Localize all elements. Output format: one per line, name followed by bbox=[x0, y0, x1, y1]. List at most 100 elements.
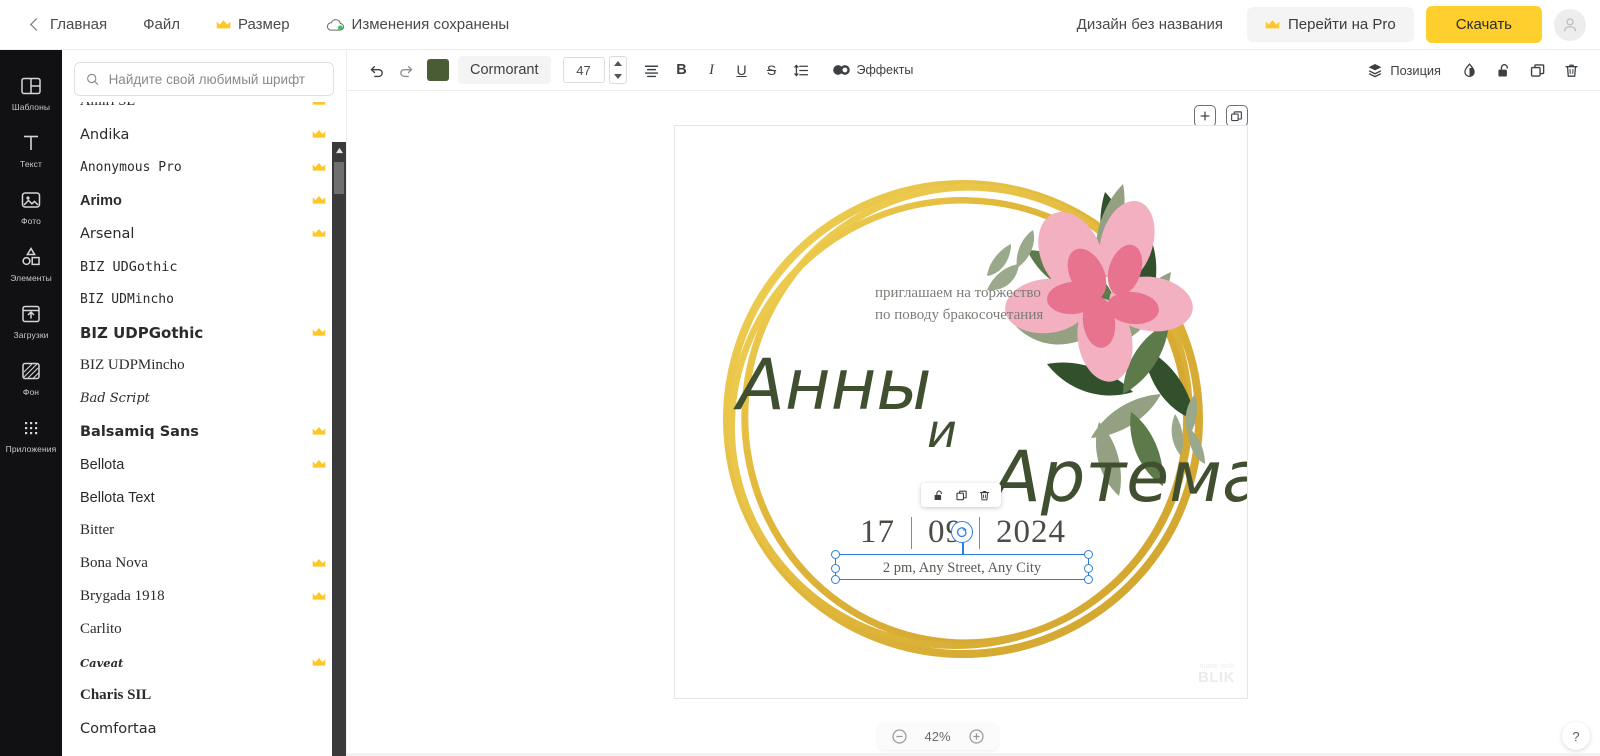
font-size-stepper[interactable] bbox=[608, 56, 627, 84]
effects-icon bbox=[833, 65, 850, 75]
list-item[interactable]: BIZ UDPGothic bbox=[62, 316, 346, 349]
resize-handle-tl[interactable] bbox=[831, 550, 840, 559]
layers-icon bbox=[1368, 64, 1382, 78]
droplet-icon bbox=[1463, 62, 1475, 77]
list-item[interactable]: Bellota bbox=[62, 448, 346, 481]
sidebar-item-label: Текст bbox=[20, 159, 42, 169]
duplicate-button[interactable] bbox=[1522, 55, 1552, 85]
conjunction-text[interactable]: и bbox=[927, 404, 957, 458]
font-name-label: BIZ UDGothic bbox=[80, 258, 178, 275]
sidebar-item-photo[interactable]: Фото bbox=[0, 178, 62, 235]
font-name-label: Charis SIL bbox=[80, 687, 152, 703]
font-list[interactable]: Amiri SL Andika Anonymous Pro Arimo bbox=[62, 102, 346, 756]
crown-icon bbox=[312, 591, 326, 600]
file-menu-button[interactable]: Файл bbox=[125, 10, 198, 39]
sidebar-item-label: Приложения bbox=[5, 444, 57, 454]
home-button[interactable]: Главная bbox=[14, 10, 125, 39]
list-item[interactable]: Arimo bbox=[62, 184, 346, 217]
font-list-scrollbar[interactable] bbox=[332, 142, 346, 756]
font-name-label: BIZ UDMincho bbox=[80, 292, 174, 307]
bride-name-text[interactable]: Анны bbox=[737, 344, 932, 426]
download-button[interactable]: Скачать bbox=[1425, 6, 1542, 43]
context-duplicate-button[interactable] bbox=[951, 485, 971, 505]
font-search-box[interactable] bbox=[74, 62, 334, 96]
sidebar-item-templates[interactable]: Шаблоны bbox=[0, 64, 62, 121]
undo-icon bbox=[370, 65, 383, 77]
crown-icon bbox=[312, 459, 326, 468]
design-page[interactable]: приглашаем на торжество по поводу бракос… bbox=[674, 125, 1248, 699]
list-item[interactable]: Bona Nova bbox=[62, 547, 346, 580]
avatar[interactable] bbox=[1554, 8, 1586, 41]
sidebar-item-apps[interactable]: Приложения bbox=[0, 406, 62, 463]
list-item[interactable]: BIZ UDPMincho bbox=[62, 349, 346, 382]
date-year: 2024 bbox=[996, 514, 1066, 550]
list-item[interactable]: BIZ UDMincho bbox=[62, 283, 346, 316]
scrollbar-up-arrow[interactable] bbox=[332, 142, 346, 158]
list-item[interactable]: Charis SIL bbox=[62, 679, 346, 712]
zoom-in-button[interactable] bbox=[968, 728, 985, 745]
list-item[interactable]: Arsenal bbox=[62, 217, 346, 250]
help-button[interactable]: ? bbox=[1562, 722, 1590, 750]
resize-handle-l[interactable] bbox=[831, 564, 840, 573]
list-item[interactable]: Balsamiq Sans bbox=[62, 415, 346, 448]
sidebar-item-text[interactable]: Текст bbox=[0, 121, 62, 178]
effects-icon-button[interactable] bbox=[827, 55, 857, 85]
transparency-button[interactable] bbox=[1454, 55, 1484, 85]
crown-icon bbox=[312, 327, 326, 336]
font-size-input[interactable]: 47 bbox=[562, 57, 605, 83]
sidebar-item-uploads[interactable]: Загрузки bbox=[0, 292, 62, 349]
crown-icon bbox=[312, 558, 326, 567]
font-family-button[interactable]: Cormorant bbox=[458, 56, 551, 84]
zoom-out-button[interactable] bbox=[891, 728, 908, 745]
zoom-level-label[interactable]: 42% bbox=[922, 729, 954, 744]
align-button[interactable] bbox=[637, 55, 667, 85]
list-item[interactable]: Caveat bbox=[62, 646, 346, 679]
line-spacing-button[interactable] bbox=[787, 55, 817, 85]
underline-button[interactable]: U bbox=[727, 55, 757, 85]
font-search-input[interactable] bbox=[108, 71, 322, 87]
position-button[interactable]: Позиция bbox=[1358, 57, 1450, 83]
upgrade-pro-label: Перейти на Pro bbox=[1288, 16, 1396, 33]
list-item[interactable]: Bellota Text bbox=[62, 481, 346, 514]
list-item[interactable]: Brygada 1918 bbox=[62, 580, 346, 613]
list-item[interactable]: Bitter bbox=[62, 514, 346, 547]
document-title[interactable]: Дизайн без названия bbox=[1065, 12, 1235, 37]
italic-button[interactable]: I bbox=[697, 55, 727, 85]
lock-button[interactable] bbox=[1488, 55, 1518, 85]
bold-button[interactable]: B bbox=[667, 55, 697, 85]
list-item[interactable]: Andika bbox=[62, 118, 346, 151]
resize-handle-r[interactable] bbox=[1084, 564, 1093, 573]
strikethrough-label: S bbox=[766, 62, 777, 78]
canvas-area[interactable]: приглашаем на торжество по поводу бракос… bbox=[347, 91, 1600, 756]
context-lock-button[interactable] bbox=[928, 485, 948, 505]
context-delete-button[interactable] bbox=[974, 485, 994, 505]
undo-button[interactable] bbox=[361, 55, 391, 85]
redo-button[interactable] bbox=[391, 55, 421, 85]
delete-button[interactable] bbox=[1556, 55, 1586, 85]
list-item[interactable]: BIZ UDGothic bbox=[62, 250, 346, 283]
add-page-button[interactable] bbox=[1193, 105, 1216, 127]
sidebar-item-elements[interactable]: Элементы bbox=[0, 235, 62, 292]
rotate-handle[interactable] bbox=[951, 521, 973, 543]
selection-box[interactable] bbox=[831, 521, 1093, 584]
resize-handle-bl[interactable] bbox=[831, 575, 840, 584]
list-item[interactable]: Anonymous Pro bbox=[62, 151, 346, 184]
list-item[interactable]: Carlito bbox=[62, 613, 346, 646]
date-day: 17 bbox=[860, 514, 895, 550]
scrollbar-thumb[interactable] bbox=[334, 162, 344, 194]
list-item[interactable]: Comfortaa bbox=[62, 712, 346, 745]
groom-name-text[interactable]: Артема bbox=[993, 436, 1247, 518]
resize-handle-tr[interactable] bbox=[1084, 550, 1093, 559]
size-menu-button[interactable]: Размер bbox=[198, 10, 308, 39]
list-item[interactable]: Bad Script bbox=[62, 382, 346, 415]
resize-handle-br[interactable] bbox=[1084, 575, 1093, 584]
duplicate-page-button[interactable] bbox=[1225, 105, 1248, 127]
strikethrough-button[interactable]: S bbox=[757, 55, 787, 85]
effects-button[interactable]: Эффекты bbox=[857, 63, 914, 77]
sidebar-item-background[interactable]: Фон bbox=[0, 349, 62, 406]
text-color-swatch[interactable] bbox=[427, 59, 449, 81]
invite-text[interactable]: приглашаем на торжество по поводу бракос… bbox=[875, 283, 1175, 327]
unlock-icon bbox=[1497, 63, 1508, 76]
upgrade-pro-button[interactable]: Перейти на Pro bbox=[1247, 7, 1414, 42]
list-item[interactable]: Amiri SL bbox=[62, 102, 346, 118]
